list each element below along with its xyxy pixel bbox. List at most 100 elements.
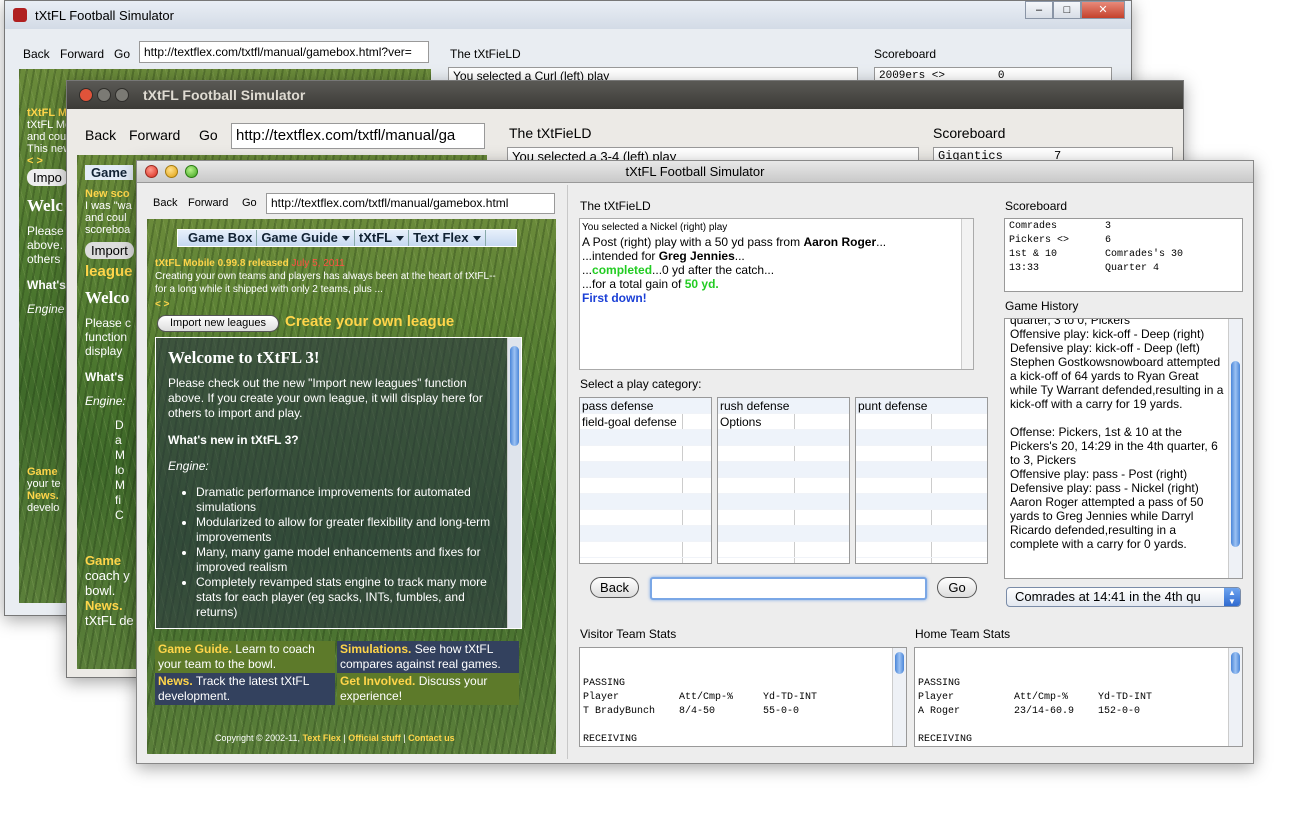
title-bar: tXtFL Football Simulator — [67, 81, 1183, 109]
copyright-text: Copyright © 2002-11, — [215, 733, 301, 743]
menu-game-box[interactable]: Game Box — [178, 230, 258, 246]
field-line: You selected a Nickel (right) play — [582, 222, 728, 233]
play-list-2[interactable]: rush defense Options — [717, 397, 850, 564]
menu-game-box[interactable]: Game — [85, 165, 134, 180]
list-item: Dramatic performance improvements for au… — [196, 485, 499, 515]
visitor-stats-text: PASSING Player Att/Cmp-% Yd-TD-INT T Bra… — [583, 678, 818, 745]
scrollbar-thumb[interactable] — [510, 346, 519, 446]
list-item[interactable]: field-goal defense — [580, 414, 711, 430]
scrollbar-thumb[interactable] — [1231, 361, 1240, 547]
field-text: ...intended for — [582, 249, 659, 263]
scrollbar[interactable] — [1228, 648, 1242, 746]
history-item: quarter, 3 to 0, Pickers — [1010, 318, 1131, 327]
footer-link[interactable]: Official stuff — [348, 733, 401, 743]
menu-text-flex[interactable]: Text Flex — [409, 230, 486, 246]
minimize-icon[interactable]: – — [1025, 1, 1053, 19]
forward-link[interactable]: Forward — [60, 47, 104, 61]
maximize-icon[interactable]: □ — [1053, 1, 1081, 19]
home-stats-label: Home Team Stats — [915, 627, 1011, 641]
promo-simulations[interactable]: Simulations. See how tXtFL compares agai… — [337, 641, 519, 673]
minimize-icon[interactable] — [97, 88, 111, 102]
footer-separator: | — [343, 733, 346, 743]
footer-link[interactable]: Contact us — [408, 733, 455, 743]
feature-list: Dramatic performance improvements for au… — [196, 485, 499, 620]
chevron-down-icon — [396, 236, 405, 242]
promo-game-guide[interactable]: Game Guide. Learn to coach your team to … — [155, 641, 335, 673]
field-text: ... — [582, 263, 593, 277]
scrollbar-thumb[interactable] — [895, 652, 904, 674]
go-link[interactable]: Go — [114, 47, 130, 61]
history-item: Aaron Roger attempted a pass of 50 yards… — [1010, 495, 1204, 551]
app-icon — [13, 8, 27, 22]
maximize-icon[interactable] — [115, 88, 129, 102]
play-list-3[interactable]: punt defense — [855, 397, 988, 564]
create-league-link[interactable]: Create your own league — [285, 313, 454, 330]
home-stats-text: PASSING Player Att/Cmp-% Yd-TD-INT A Rog… — [918, 678, 1153, 745]
play-input[interactable] — [650, 577, 927, 600]
history-select-value: Comrades at 14:41 in the 4th qu — [1015, 589, 1201, 604]
play-back-button[interactable]: Back — [590, 577, 639, 598]
scrollbar[interactable] — [507, 338, 521, 628]
history-item: Defensive play: pass - Nickel (right) — [1010, 481, 1199, 495]
list-item: Completely revamped stats engine to trac… — [196, 575, 499, 620]
field-label: The tXtFieLD — [580, 199, 651, 213]
scoreboard-display: Comrades 3 Pickers <> 6 1st & 10 Comrade… — [1004, 218, 1243, 292]
footer-link[interactable]: Text Flex — [303, 733, 341, 743]
history-item: Offensive play: pass - Post (right) — [1010, 467, 1188, 481]
history-select[interactable]: Comrades at 14:41 in the 4th qu ▲ ▼ — [1006, 587, 1241, 607]
go-link[interactable]: Go — [242, 197, 257, 209]
history-item: Offensive play: kick-off - Deep (right) — [1010, 327, 1205, 341]
release-date: July 5, 2011 — [291, 258, 345, 269]
release-title[interactable]: tXtFL Mobile 0.99.8 released — [155, 258, 289, 269]
promo-title: Get Involved. — [340, 674, 416, 688]
field-text: A Post (right) play with a 50 yd pass fr… — [582, 235, 804, 249]
whats-new-heading: What's new in tXtFL 3? — [168, 433, 299, 447]
split-divider[interactable] — [567, 185, 568, 759]
scrollbar-thumb[interactable] — [1231, 652, 1240, 674]
player-name: Greg Jennies — [658, 249, 735, 263]
field-text: ... — [734, 249, 745, 263]
promo-title: Simulations. — [340, 642, 412, 656]
front-window: tXtFL Football Simulator Back Forward Go… — [136, 160, 1254, 764]
promo-grid: Game Guide. Learn to coach your team to … — [155, 641, 519, 707]
forward-link[interactable]: Forward — [188, 197, 228, 209]
list-item[interactable]: punt defense — [856, 398, 987, 414]
play-go-button[interactable]: Go — [937, 577, 977, 598]
gain-text: 50 yd. — [684, 277, 719, 291]
news-arrows[interactable]: < > — [155, 298, 500, 311]
close-icon[interactable]: ✕ — [1081, 1, 1125, 19]
close-icon[interactable] — [145, 165, 158, 178]
history-list: quarter, 3 to 0, Pickers Offensive play:… — [1010, 318, 1224, 551]
list-item[interactable]: rush defense — [718, 398, 849, 414]
minimize-icon[interactable] — [165, 165, 178, 178]
close-icon[interactable] — [79, 88, 93, 102]
play-list-1[interactable]: pass defense field-goal defense — [579, 397, 712, 564]
chevron-updown-icon[interactable]: ▲ ▼ — [1224, 588, 1240, 606]
title-bar: tXtFL Football Simulator — [5, 1, 1131, 29]
scrollbar[interactable] — [1228, 319, 1242, 578]
url-field[interactable]: http://textflex.com/txtfl/manual/ga — [231, 123, 485, 149]
history-label: Game History — [1005, 299, 1079, 313]
footer: Copyright © 2002-11, Text Flex | Officia… — [215, 733, 455, 743]
import-button[interactable]: Impo — [27, 169, 68, 186]
promo-get-involved[interactable]: Get Involved. Discuss your experience! — [337, 673, 519, 705]
zoom-icon[interactable] — [185, 165, 198, 178]
menu-txtfl[interactable]: tXtFL — [355, 230, 410, 246]
list-item[interactable]: Options — [718, 414, 849, 430]
list-item[interactable]: pass defense — [580, 398, 711, 414]
go-link[interactable]: Go — [199, 127, 218, 143]
menu-game-guide[interactable]: Game Guide — [257, 230, 355, 246]
scrollbar[interactable] — [892, 648, 906, 746]
url-field[interactable]: http://textflex.com/txtfl/manual/gamebox… — [266, 193, 555, 214]
site-menu: Game Box Game Guide tXtFL Text Flex — [177, 229, 517, 247]
import-leagues-button[interactable]: Import new leagues — [157, 315, 279, 332]
back-link[interactable]: Back — [153, 197, 177, 209]
import-button[interactable]: Import — [85, 242, 134, 259]
url-field[interactable]: http://textflex.com/txtfl/manual/gamebox… — [139, 41, 429, 63]
forward-link[interactable]: Forward — [129, 127, 180, 143]
engine-heading: Engine: — [168, 459, 209, 473]
scrollbar[interactable] — [961, 219, 973, 369]
promo-news[interactable]: News. Track the latest tXtFL development… — [155, 673, 335, 705]
back-link[interactable]: Back — [23, 47, 50, 61]
back-link[interactable]: Back — [85, 127, 116, 143]
